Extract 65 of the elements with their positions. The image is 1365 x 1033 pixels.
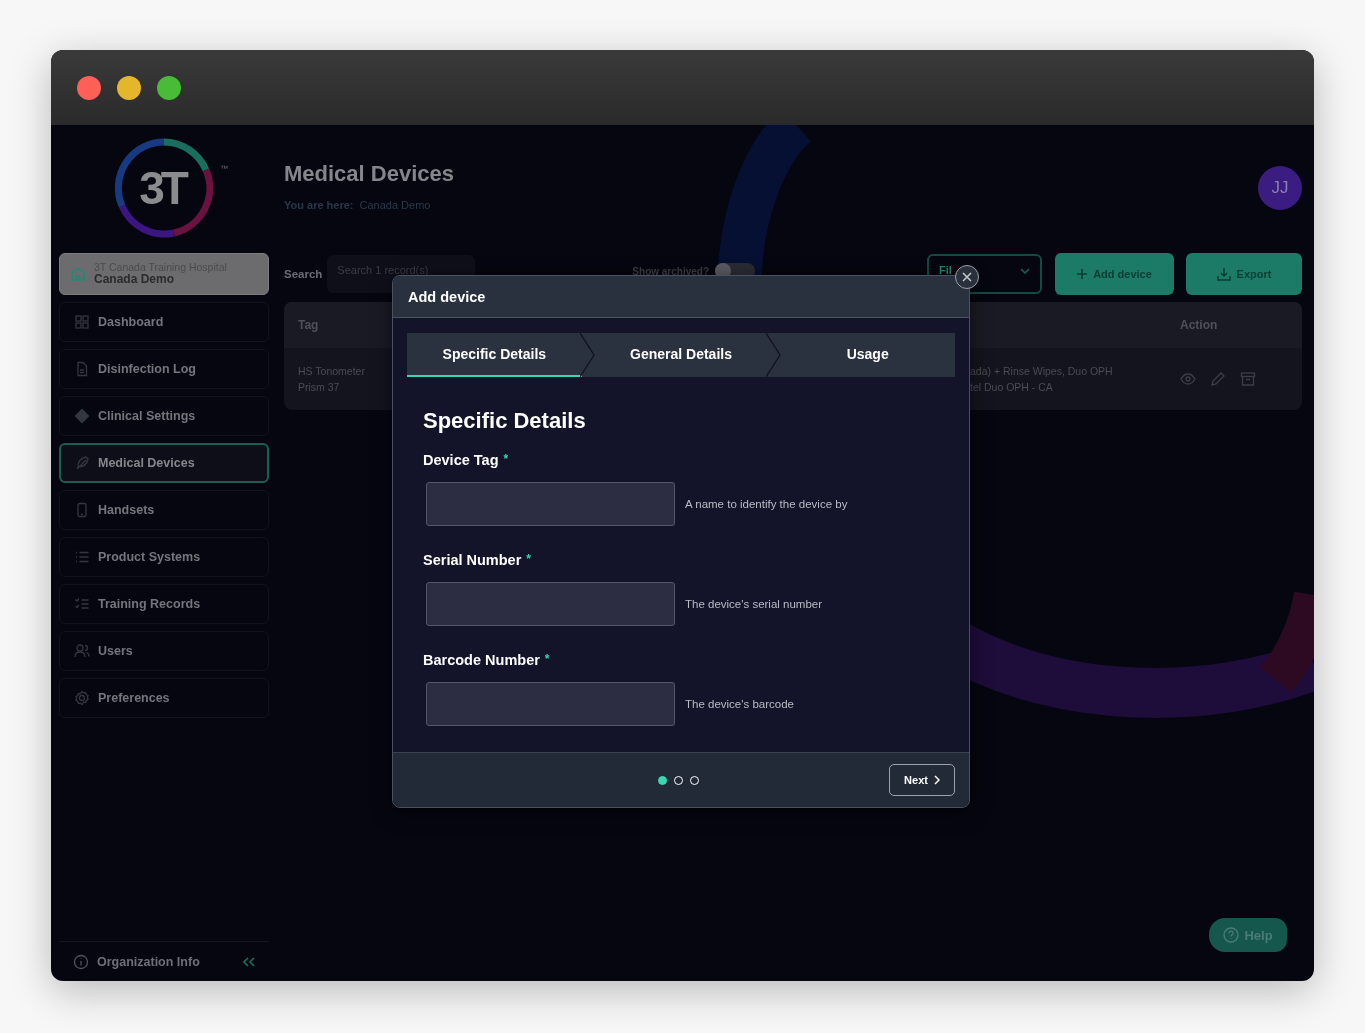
next-button[interactable]: Next	[889, 764, 955, 797]
close-button[interactable]	[955, 265, 979, 289]
close-icon	[962, 272, 972, 282]
document-icon	[74, 361, 90, 377]
gear-icon	[74, 690, 90, 706]
nav-item[interactable]: Clinical Settings	[59, 396, 269, 436]
logo-ring-icon	[114, 138, 214, 238]
step-tab[interactable]: Specific Details	[407, 333, 582, 378]
user-avatar[interactable]: JJ	[1258, 166, 1302, 210]
breadcrumb-label: You are here:	[284, 199, 354, 211]
nav-item[interactable]: Dashboard	[59, 302, 269, 342]
grid-icon	[74, 314, 90, 330]
plus-icon	[1077, 269, 1088, 279]
field-hint: The device's serial number	[685, 598, 823, 611]
field-label: Serial Number	[423, 552, 522, 569]
home-icon	[70, 266, 86, 282]
chevron-divider-icon	[766, 333, 783, 378]
phone-icon	[74, 502, 90, 518]
nav-item[interactable]: Preferences	[59, 678, 269, 718]
trademark-mark: ™	[220, 164, 228, 173]
field-label: Device Tag	[423, 452, 499, 469]
help-icon	[1223, 927, 1240, 943]
chevron-divider-icon	[579, 333, 596, 378]
input-field[interactable]	[426, 482, 675, 527]
site-name: Canada Demo	[94, 273, 175, 286]
field-label: Barcode Number	[423, 652, 540, 669]
info-icon	[73, 953, 89, 970]
chevron-down-icon	[1020, 268, 1030, 274]
required-mark: *	[503, 452, 509, 467]
page-title: Medical Devices	[284, 161, 454, 187]
nav-item[interactable]: Handsets	[59, 490, 269, 530]
field-hint: The device's barcode	[685, 698, 794, 711]
section-heading: Specific Details	[423, 408, 587, 435]
add-device-button[interactable]: Add device	[1055, 253, 1174, 295]
logo-text: 3T	[139, 165, 187, 211]
search-label: Search	[284, 268, 323, 280]
chevron-right-icon	[933, 775, 940, 786]
download-icon	[1216, 267, 1231, 281]
view-icon[interactable]	[1180, 371, 1196, 387]
maximize-window-button[interactable]	[157, 75, 181, 100]
edit-icon[interactable]	[1210, 371, 1226, 387]
nav-item[interactable]: Disinfection Log	[59, 349, 269, 389]
step-tab[interactable]: General Details	[593, 333, 769, 378]
users-icon	[74, 643, 90, 659]
export-button[interactable]: Export	[1186, 253, 1302, 295]
required-mark: *	[544, 652, 550, 667]
required-mark: *	[526, 552, 531, 567]
input-field[interactable]	[426, 682, 675, 727]
nav-item[interactable]: Users	[59, 631, 269, 671]
list-icon	[74, 549, 90, 565]
archive-icon[interactable]	[1240, 371, 1256, 387]
page-indicator[interactable]	[658, 775, 667, 785]
nav-item[interactable]: Medical Devices	[59, 443, 269, 483]
nav-item[interactable]: Training Records	[59, 584, 269, 624]
feather-icon	[74, 455, 90, 471]
minimize-window-button[interactable]	[117, 75, 141, 100]
checklist-icon	[74, 596, 90, 612]
organization-info-link[interactable]: Organization Info	[59, 941, 269, 981]
input-field[interactable]	[426, 582, 675, 627]
collapse-icon[interactable]	[243, 956, 255, 967]
nav-item[interactable]: Product Systems	[59, 537, 269, 577]
diamond-icon	[74, 408, 90, 424]
field-hint: A name to identify the device by	[685, 498, 848, 511]
close-window-button[interactable]	[77, 75, 101, 100]
step-tab[interactable]: Usage	[780, 333, 955, 378]
